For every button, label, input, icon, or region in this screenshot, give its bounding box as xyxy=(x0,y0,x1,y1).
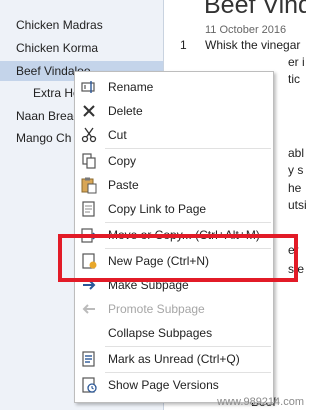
menu-item-page-versions[interactable]: Show Page Versions xyxy=(75,373,273,397)
delete-icon xyxy=(83,105,95,117)
menu-label-copy: Copy xyxy=(108,154,137,168)
note-text-line: er i xyxy=(288,55,305,69)
menu-item-copy-link[interactable]: Copy Link to Page xyxy=(75,197,273,221)
page-title[interactable]: Beef Vinda xyxy=(204,0,306,20)
page-context-menu: Rename Delete Cut Copy Paste Copy Link t… xyxy=(74,71,274,403)
copy-link-icon xyxy=(82,201,95,217)
note-text-line: abl xyxy=(288,146,305,160)
page-item-chicken-korma[interactable]: Chicken Korma xyxy=(0,38,163,58)
menu-label-make-subpage: Make Subpage xyxy=(108,278,189,292)
new-page-icon xyxy=(82,253,97,269)
paste-icon xyxy=(81,177,97,194)
menu-label-move-copy: Move or Copy... (Ctrl+Alt+M) xyxy=(108,228,260,242)
note-text-line: utsi xyxy=(288,198,306,212)
page-item-chicken-madras[interactable]: Chicken Madras xyxy=(0,15,163,35)
menu-item-copy[interactable]: Copy xyxy=(75,149,273,173)
mark-unread-icon xyxy=(82,351,95,367)
menu-item-mark-unread[interactable]: Mark as Unread (Ctrl+Q) xyxy=(75,347,273,371)
cut-icon xyxy=(81,127,97,143)
note-text-line: er xyxy=(288,243,299,257)
note-text-line: Whisk the vinegar xyxy=(205,38,301,52)
note-text-line: he xyxy=(288,181,302,195)
menu-item-delete[interactable]: Delete xyxy=(75,99,273,123)
menu-label-promote-subpage: Promote Subpage xyxy=(108,302,205,316)
menu-label-copy-link: Copy Link to Page xyxy=(108,202,207,216)
menu-label-delete: Delete xyxy=(108,104,143,118)
copy-icon xyxy=(82,153,96,169)
menu-label-page-versions: Show Page Versions xyxy=(108,378,219,392)
rename-icon xyxy=(81,81,95,93)
page-date: 11 October 2016 xyxy=(205,24,287,36)
note-text-line: y s xyxy=(288,163,304,177)
menu-item-cut[interactable]: Cut xyxy=(75,123,273,147)
menu-label-rename: Rename xyxy=(108,80,154,94)
menu-label-mark-unread: Mark as Unread (Ctrl+Q) xyxy=(108,352,240,366)
promote-subpage-icon xyxy=(82,304,95,314)
note-text-line: ste xyxy=(288,262,305,276)
page-versions-icon xyxy=(82,377,97,393)
menu-item-promote-subpage: Promote Subpage xyxy=(75,297,273,321)
move-copy-icon xyxy=(81,228,97,243)
menu-label-new-page: New Page (Ctrl+N) xyxy=(108,254,210,268)
menu-item-paste[interactable]: Paste xyxy=(75,173,273,197)
step-number: 1 xyxy=(180,38,187,52)
menu-label-paste: Paste xyxy=(108,178,139,192)
menu-label-cut: Cut xyxy=(108,128,127,142)
menu-item-move-copy[interactable]: Move or Copy... (Ctrl+Alt+M) xyxy=(75,223,273,247)
menu-label-collapse-subpages: Collapse Subpages xyxy=(108,326,213,340)
make-subpage-icon xyxy=(83,280,96,290)
menu-item-collapse-subpages[interactable]: Collapse Subpages xyxy=(75,321,273,345)
menu-item-rename[interactable]: Rename xyxy=(75,75,273,99)
menu-item-new-page[interactable]: New Page (Ctrl+N) xyxy=(75,249,273,273)
note-text-line: tic xyxy=(288,72,300,86)
watermark: www.989214.com xyxy=(217,396,304,408)
menu-item-make-subpage[interactable]: Make Subpage xyxy=(75,273,273,297)
